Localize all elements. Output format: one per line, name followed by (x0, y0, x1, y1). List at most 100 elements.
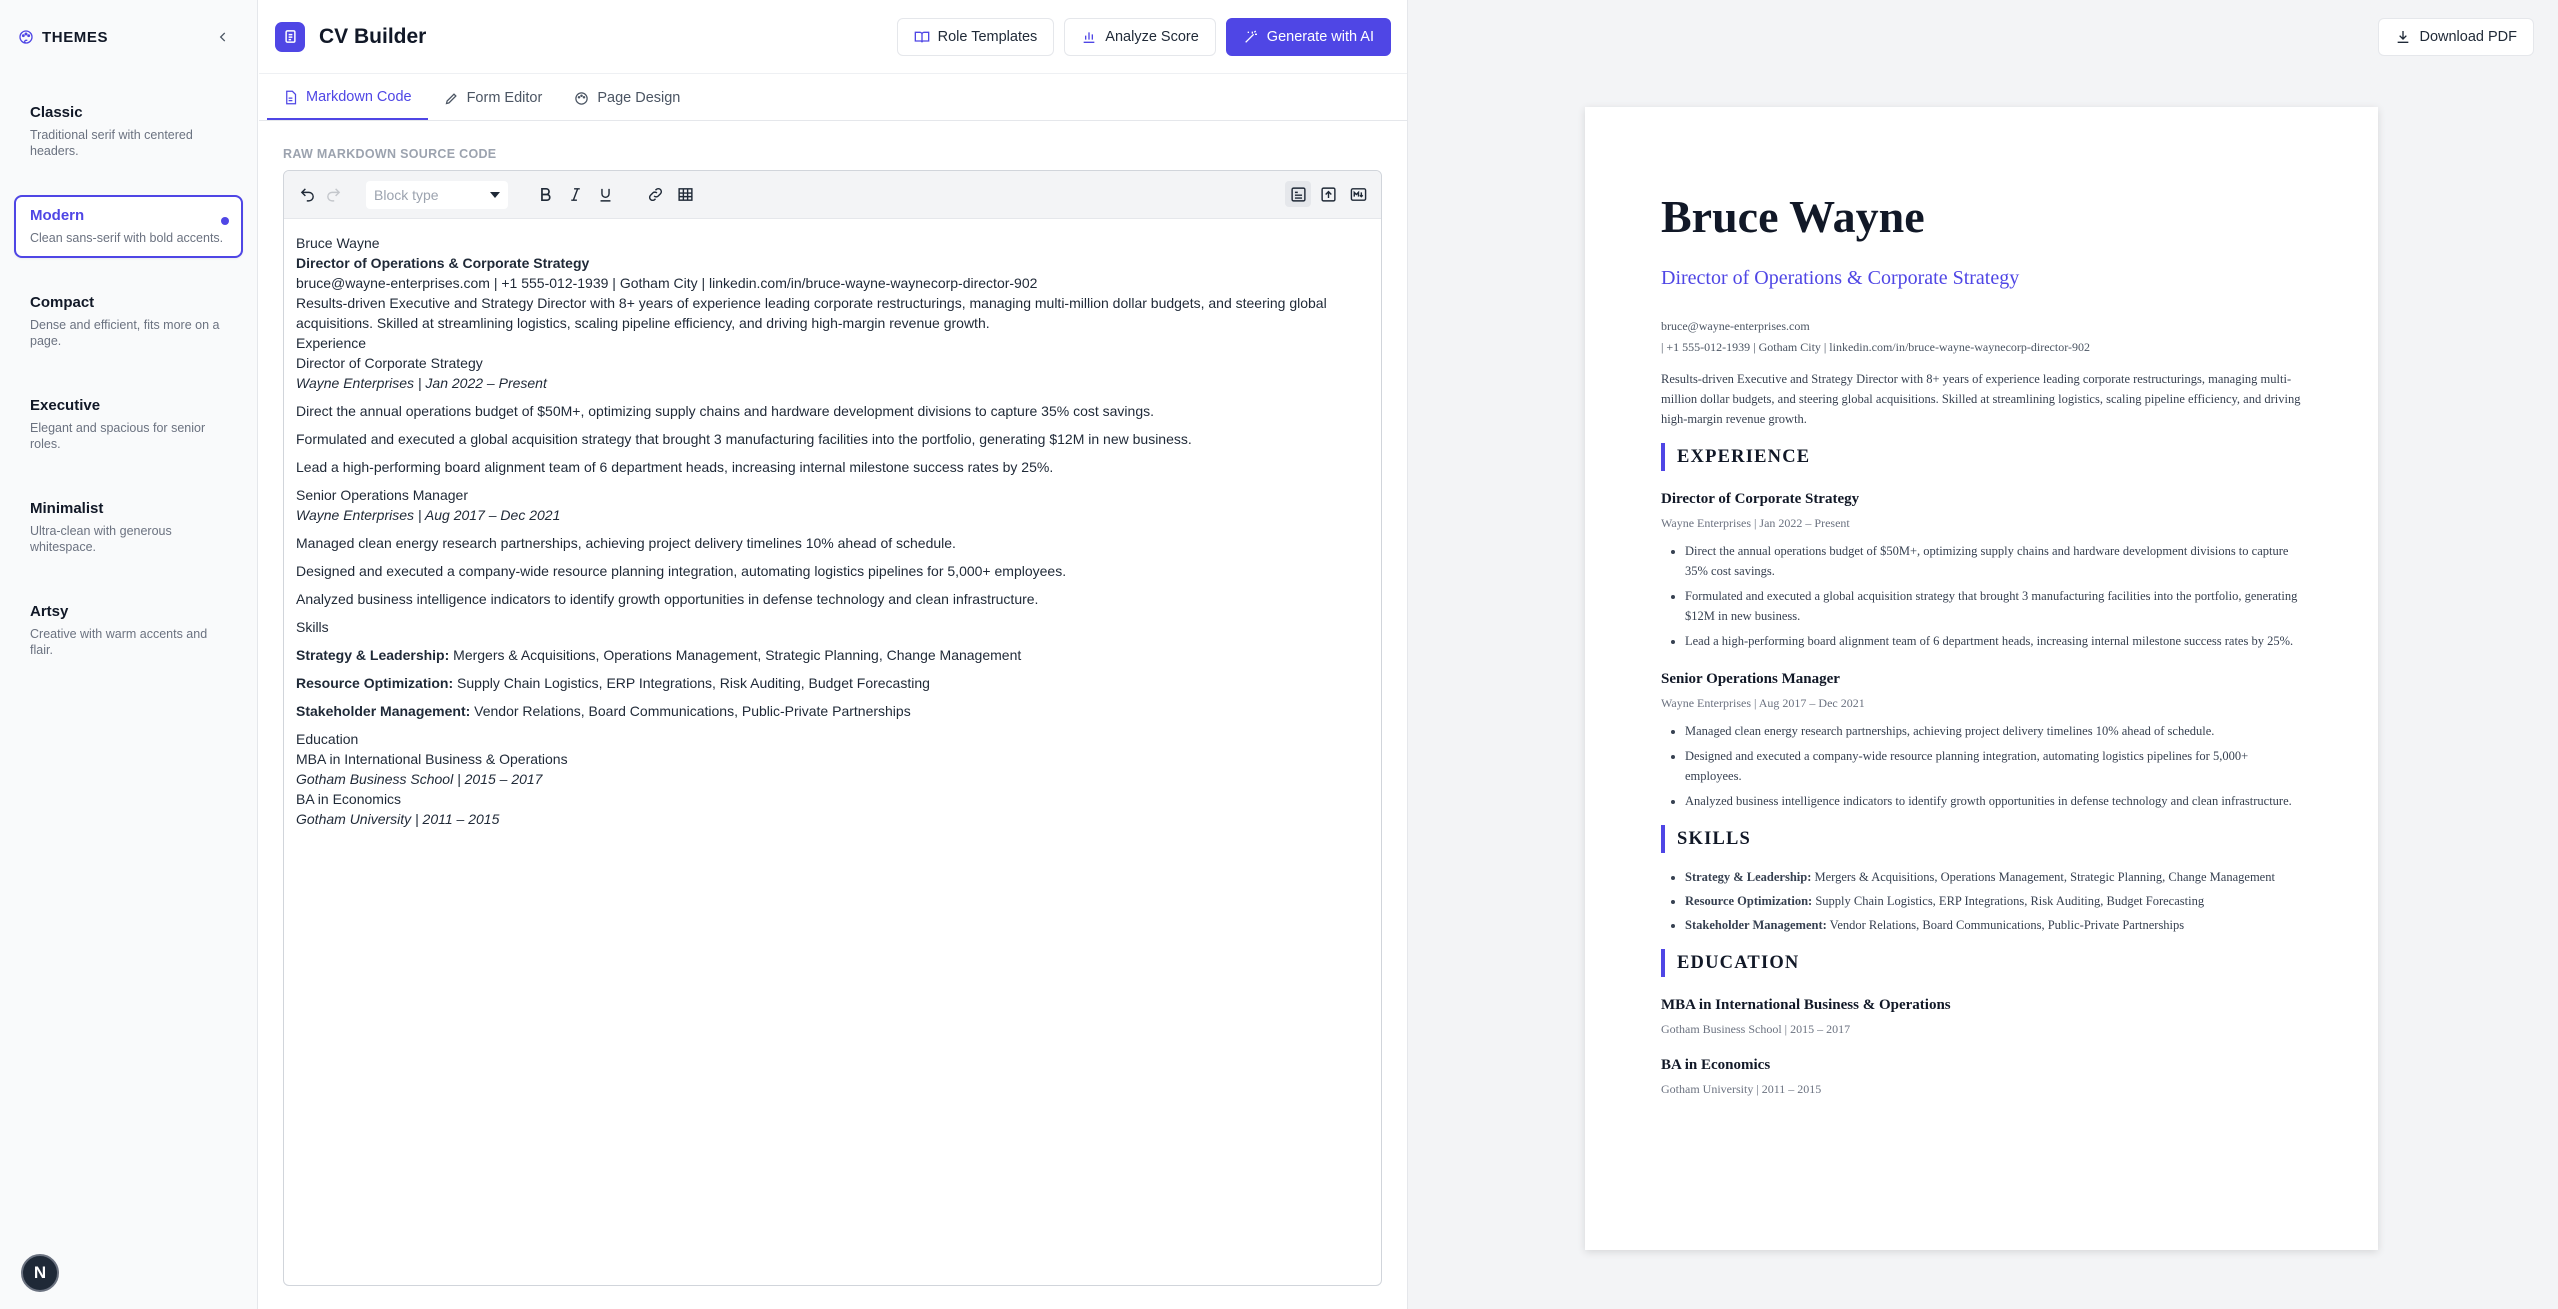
app-title: CV Builder (319, 24, 427, 48)
md-role-text: Director of Operations & Corporate Strat… (296, 255, 590, 271)
markdown-editor: Block type Bruce Wayne Director of Opera… (283, 170, 1382, 1286)
md-summary: Results-driven Executive and Strategy Di… (296, 295, 1327, 331)
avatar[interactable]: N (21, 1254, 59, 1292)
bar-chart-icon (1083, 31, 1095, 43)
app-header: CV Builder Role Templates Analyze Score … (259, 0, 1407, 74)
md-job2-meta-text: Wayne Enterprises | Aug 2017 – Dec 2021 (296, 507, 561, 523)
md-skill-label: Strategy & Leadership: (296, 647, 450, 663)
theme-name: Modern (30, 207, 85, 224)
tab-markdown-code[interactable]: Markdown Code (267, 76, 428, 120)
md-job1-bullet-2: Formulated and executed a global acquisi… (296, 431, 1192, 447)
theme-name: Classic (30, 104, 83, 121)
source-mode-button[interactable] (1315, 181, 1341, 207)
cv-job2-meta: Wayne Enterprises | Aug 2017 – Dec 2021 (1661, 696, 1865, 710)
cv-bullet: Designed and executed a company-wide res… (1685, 746, 2306, 786)
cv-edu2-meta: Gotham University | 2011 – 2015 (1661, 1082, 1822, 1096)
md-edu2-title: BA in Economics (296, 791, 402, 807)
palette-icon (19, 30, 33, 44)
block-type-placeholder: Block type (374, 186, 439, 203)
collapse-sidebar-button[interactable] (211, 25, 235, 49)
book-open-icon (914, 31, 929, 42)
block-type-select[interactable]: Block type (366, 180, 508, 209)
md-skill-3: Stakeholder Management: Vendor Relations… (296, 701, 1369, 721)
theme-name: Minimalist (30, 500, 104, 517)
tab-form-editor[interactable]: Form Editor (428, 76, 559, 120)
theme-description: Clean sans-serif with bold accents. (30, 231, 224, 245)
md-skill-1: Strategy & Leadership: Mergers & Acquisi… (296, 645, 1369, 665)
markdown-mode-button[interactable] (1345, 181, 1371, 207)
bold-button[interactable] (532, 182, 558, 208)
theme-option-compact[interactable]: Compact Dense and efficient, fits more o… (14, 282, 243, 361)
md-job1-meta-text: Wayne Enterprises | Jan 2022 – Present (296, 375, 547, 391)
active-theme-dot (221, 217, 229, 225)
italic-button[interactable] (562, 182, 588, 208)
role-templates-button[interactable]: Role Templates (896, 17, 1055, 56)
chevron-down-icon (490, 191, 500, 198)
cv-skill-item: Strategy & Leadership: Mergers & Acquisi… (1685, 867, 2306, 887)
md-job1-bullet-1: Direct the annual operations budget of $… (296, 403, 1155, 419)
cv-bullet: Direct the annual operations budget of $… (1685, 541, 2306, 581)
cv-skill-value: Mergers & Acquisitions, Operations Manag… (1811, 870, 2275, 884)
download-pdf-button[interactable]: Download PDF (2378, 18, 2534, 56)
md-role: Director of Operations & Corporate Strat… (296, 253, 1369, 273)
editor-content[interactable]: Bruce Wayne Director of Operations & Cor… (284, 219, 1381, 843)
md-job2-meta: Wayne Enterprises | Aug 2017 – Dec 2021 (296, 505, 1369, 525)
generate-with-ai-label: Generate with AI (1266, 28, 1374, 45)
rich-text-mode-button[interactable] (1285, 181, 1311, 207)
theme-option-artsy[interactable]: Artsy Creative with warm accents and fla… (14, 591, 243, 670)
table-icon (677, 188, 693, 201)
cv-job2-bullets: Managed clean energy research partnershi… (1661, 721, 2306, 811)
analyze-score-button[interactable]: Analyze Score (1064, 17, 1216, 56)
italic-icon (570, 188, 580, 201)
md-skill-2: Resource Optimization: Supply Chain Logi… (296, 673, 1369, 693)
md-heading-experience: Experience (296, 335, 367, 351)
themes-header: THEMES (0, 0, 257, 74)
document-icon (284, 30, 296, 43)
markdown-icon (1350, 187, 1366, 201)
undo-button[interactable] (294, 182, 320, 208)
cv-name: Bruce Wayne (1661, 191, 1925, 242)
insert-group (642, 182, 698, 208)
theme-option-classic[interactable]: Classic Traditional serif with centered … (14, 92, 243, 171)
preview-pane: Download PDF Bruce Wayne Director of Ope… (1407, 0, 2558, 1309)
cv-page: Bruce Wayne Director of Operations & Cor… (1585, 107, 2378, 1250)
link-button[interactable] (642, 182, 668, 208)
cv-skills-list: Strategy & Leadership: Mergers & Acquisi… (1661, 867, 2306, 935)
md-edu1-meta: Gotham Business School | 2015 – 2017 (296, 769, 1369, 789)
tab-label: Form Editor (466, 90, 543, 106)
cv-skill-value: Supply Chain Logistics, ERP Integrations… (1812, 894, 2205, 908)
theme-description: Dense and efficient, fits more on a page… (30, 318, 220, 348)
magic-wand-icon (1244, 30, 1257, 43)
underline-button[interactable] (592, 182, 618, 208)
editor-tabs: Markdown Code Form Editor Page Design (267, 76, 696, 120)
tab-page-design[interactable]: Page Design (558, 76, 696, 120)
source-icon (1320, 186, 1336, 202)
header-actions: Role Templates Analyze Score Generate wi… (896, 17, 1391, 56)
cv-bullet: Formulated and executed a global acquisi… (1685, 586, 2306, 626)
redo-button[interactable] (320, 182, 346, 208)
role-templates-label: Role Templates (937, 28, 1038, 45)
cv-bullet: Lead a high-performing board alignment t… (1685, 631, 2306, 651)
theme-option-executive[interactable]: Executive Elegant and spacious for senio… (14, 385, 243, 464)
underline-icon (600, 188, 610, 202)
tabs-divider (259, 120, 1407, 121)
bold-icon (540, 187, 551, 202)
tab-label: Page Design (597, 90, 681, 106)
theme-option-modern[interactable]: Modern Clean sans-serif with bold accent… (14, 195, 243, 258)
generate-with-ai-button[interactable]: Generate with AI (1225, 17, 1391, 56)
cv-role: Director of Operations & Corporate Strat… (1661, 267, 2020, 289)
md-skill-value: Supply Chain Logistics, ERP Integrations… (453, 675, 930, 691)
theme-description: Traditional serif with centered headers. (30, 128, 193, 158)
pencil-icon (445, 92, 457, 104)
rich-text-icon (1290, 186, 1306, 202)
theme-option-minimalist[interactable]: Minimalist Ultra-clean with generous whi… (14, 488, 243, 567)
cv-skill-label: Stakeholder Management: (1685, 918, 1827, 932)
md-skill-label: Resource Optimization: (296, 675, 454, 691)
undo-icon (300, 188, 314, 202)
chevron-left-icon (219, 32, 226, 42)
cv-job2-title: Senior Operations Manager (1661, 671, 1840, 687)
themes-sidebar: THEMES Classic Traditional serif with ce… (0, 0, 258, 1309)
table-button[interactable] (672, 182, 698, 208)
cv-job1-title: Director of Corporate Strategy (1661, 491, 1860, 507)
theme-list: Classic Traditional serif with centered … (0, 74, 257, 670)
